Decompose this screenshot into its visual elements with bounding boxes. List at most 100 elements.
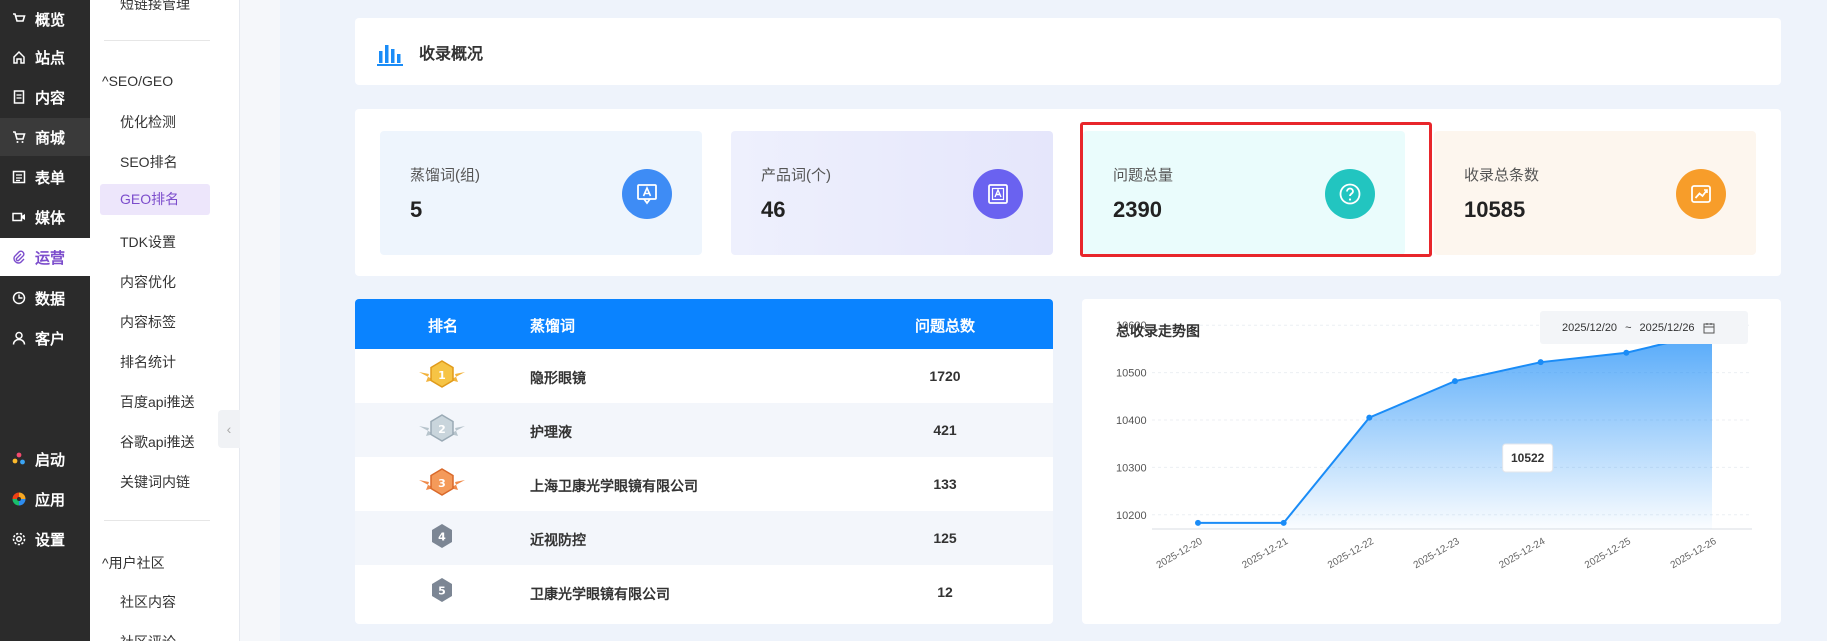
subnav-item-geo-rank[interactable]: GEO排名: [100, 184, 210, 215]
data-point: [1366, 414, 1373, 421]
subnav-divider: [104, 40, 210, 41]
series-area: [1198, 332, 1712, 529]
data-point: [1623, 349, 1630, 356]
trend-chart-card: 10200 10300 10400 10500 10600 2025-12-20 2025-…: [1082, 299, 1781, 624]
subnav-item-community-content[interactable]: 社区内容: [120, 592, 176, 612]
nav-item-label: 设置: [35, 531, 66, 549]
paperclip-icon: [12, 250, 26, 264]
apps-icon: [12, 492, 26, 506]
launch-icon: [12, 452, 26, 466]
subnav-item-google-push[interactable]: 谷歌api推送: [120, 432, 195, 452]
subnav-item-tdk[interactable]: TDK设置: [120, 232, 176, 252]
x-tick-label: 2025-12-25: [1583, 536, 1633, 571]
nav-item-customer[interactable]: 客户: [0, 319, 90, 357]
rank-number: 2: [438, 423, 446, 436]
chevron-left-icon: ‹: [226, 421, 232, 437]
nav-item-form[interactable]: 表单: [0, 158, 90, 196]
stat-question-total: 问题总量 2390: [1083, 131, 1405, 255]
subnav-item-baidu-push[interactable]: 百度api推送: [120, 392, 195, 412]
text-frame-icon: [973, 169, 1023, 219]
date-range-picker[interactable]: 2025/12/20 ~ 2025/12/26: [1540, 311, 1748, 344]
sub-nav: 短链接管理 ^SEO/GEO 优化检测 SEO排名 GEO排名 TDK设置 内容…: [90, 0, 240, 641]
nav-item-label: 表单: [35, 169, 66, 187]
nav-item-label: 启动: [35, 451, 66, 469]
nav-item-launch[interactable]: 启动: [0, 440, 90, 478]
trend-chart[interactable]: 10200103001040010500106002025-12-20 2025-…: [1082, 299, 1781, 624]
count-cell: 133: [933, 476, 957, 492]
table-row[interactable]: 5 卫康光学眼镜有限公司 12: [355, 565, 1053, 619]
nav-item-site[interactable]: 站点: [0, 38, 90, 76]
home-icon: [12, 50, 26, 64]
rank-number: 3: [438, 477, 446, 490]
nav-item-mall[interactable]: 商城: [0, 118, 90, 156]
nav-item-label: 应用: [35, 491, 66, 509]
count-cell: 1720: [929, 368, 961, 384]
overview-header-card: 收录概况: [355, 18, 1781, 85]
nav-item-label: 内容: [35, 89, 66, 107]
user-icon: [12, 331, 26, 345]
nav-item-label: 商城: [35, 129, 66, 147]
y-tick-label: 10400: [1116, 415, 1147, 427]
nav-item-settings[interactable]: 设置: [0, 520, 90, 558]
subnav-item-keyword-link[interactable]: 关键词内链: [120, 472, 190, 492]
subnav-item-content-tag[interactable]: 内容标签: [120, 312, 176, 332]
y-tick-label: 10300: [1116, 462, 1147, 474]
nav-item-label: 媒体: [35, 209, 66, 227]
stat-product-words: 产品词(个) 46: [731, 131, 1053, 255]
data-point: [1280, 519, 1287, 526]
rank-badge-icon: 5: [432, 578, 452, 602]
bronze-medal-icon: 3: [419, 468, 465, 496]
nav-item-apps[interactable]: 应用: [0, 480, 90, 518]
nav-item-label: 站点: [35, 49, 66, 67]
table-header: 排名 蒸馏词 问题总数: [355, 299, 1053, 349]
table-row[interactable]: 4 近视防控 125: [355, 511, 1053, 565]
subnav-item-seo-rank[interactable]: SEO排名: [120, 152, 178, 172]
document-icon: [12, 90, 26, 104]
stat-index-total: 收录总条数 10585: [1434, 131, 1756, 255]
date-start: 2025/12/20: [1562, 321, 1618, 334]
data-point: [1195, 519, 1201, 526]
pie-icon: [12, 291, 26, 305]
table-row[interactable]: 1 隐形眼镜 1720: [355, 349, 1053, 403]
nav-item-content[interactable]: 内容: [0, 78, 90, 116]
rank-number: 1: [438, 369, 446, 382]
nav-item-label: 客户: [35, 330, 66, 348]
ranking-table: 排名 蒸馏词 问题总数 1 隐形眼镜 1720 2 护理液 421 3 上海卫康…: [355, 299, 1053, 624]
rank-number: 5: [438, 585, 446, 598]
x-tick-label: 2025-12-23: [1412, 536, 1462, 571]
table-row[interactable]: 2 护理液 421: [355, 403, 1053, 457]
stats-card: 蒸馏词(组) 5 产品词(个) 46 问题总量 2390 收录总条数 10585: [355, 109, 1781, 276]
word-cell: 护理液: [530, 424, 572, 440]
main-nav: 概览 站点 内容 商城 表单 媒体 运营 数据 客户 启动 应用 设置: [0, 0, 90, 641]
nav-item-media[interactable]: 媒体: [0, 198, 90, 236]
subnav-item-opt-check[interactable]: 优化检测: [120, 112, 176, 132]
content-gutter: [240, 0, 280, 641]
nav-item-operations[interactable]: 运营: [0, 238, 90, 276]
subnav-section-seo-geo[interactable]: ^SEO/GEO: [102, 73, 173, 89]
text-box-icon: [622, 169, 672, 219]
nav-item-data[interactable]: 数据: [0, 279, 90, 317]
collapse-sidebar-button[interactable]: ‹: [218, 410, 240, 448]
page-title: 收录概况: [419, 45, 484, 63]
subnav-item-rank-stats[interactable]: 排名统计: [120, 352, 176, 372]
subnav-section-community[interactable]: ^用户社区: [102, 553, 165, 573]
chevron-up-icon: ^: [102, 555, 109, 571]
bar-chart-icon: [377, 44, 403, 66]
calendar-icon: [1703, 322, 1715, 333]
subnav-item-shortlink[interactable]: 短链接管理: [120, 0, 190, 14]
table-row[interactable]: 3 上海卫康光学眼镜有限公司 133: [355, 457, 1053, 511]
subnav-item-community-comment[interactable]: 社区评论: [120, 632, 176, 641]
y-tick-label: 10200: [1116, 510, 1147, 522]
nav-item-overview[interactable]: 概览: [0, 0, 90, 38]
x-tick-label: 2025-12-20: [1155, 536, 1205, 571]
overview-icon: [12, 12, 26, 26]
video-icon: [12, 210, 26, 224]
gold-medal-icon: 1: [419, 360, 465, 388]
date-end: 2025/12/26: [1639, 321, 1695, 334]
count-cell: 421: [933, 422, 957, 438]
subnav-item-content-opt[interactable]: 内容优化: [120, 272, 176, 292]
x-tick-label: 2025-12-24: [1497, 536, 1547, 571]
word-cell: 近视防控: [530, 532, 586, 548]
nav-item-label: 数据: [35, 290, 66, 308]
rank-number: 4: [438, 531, 446, 544]
